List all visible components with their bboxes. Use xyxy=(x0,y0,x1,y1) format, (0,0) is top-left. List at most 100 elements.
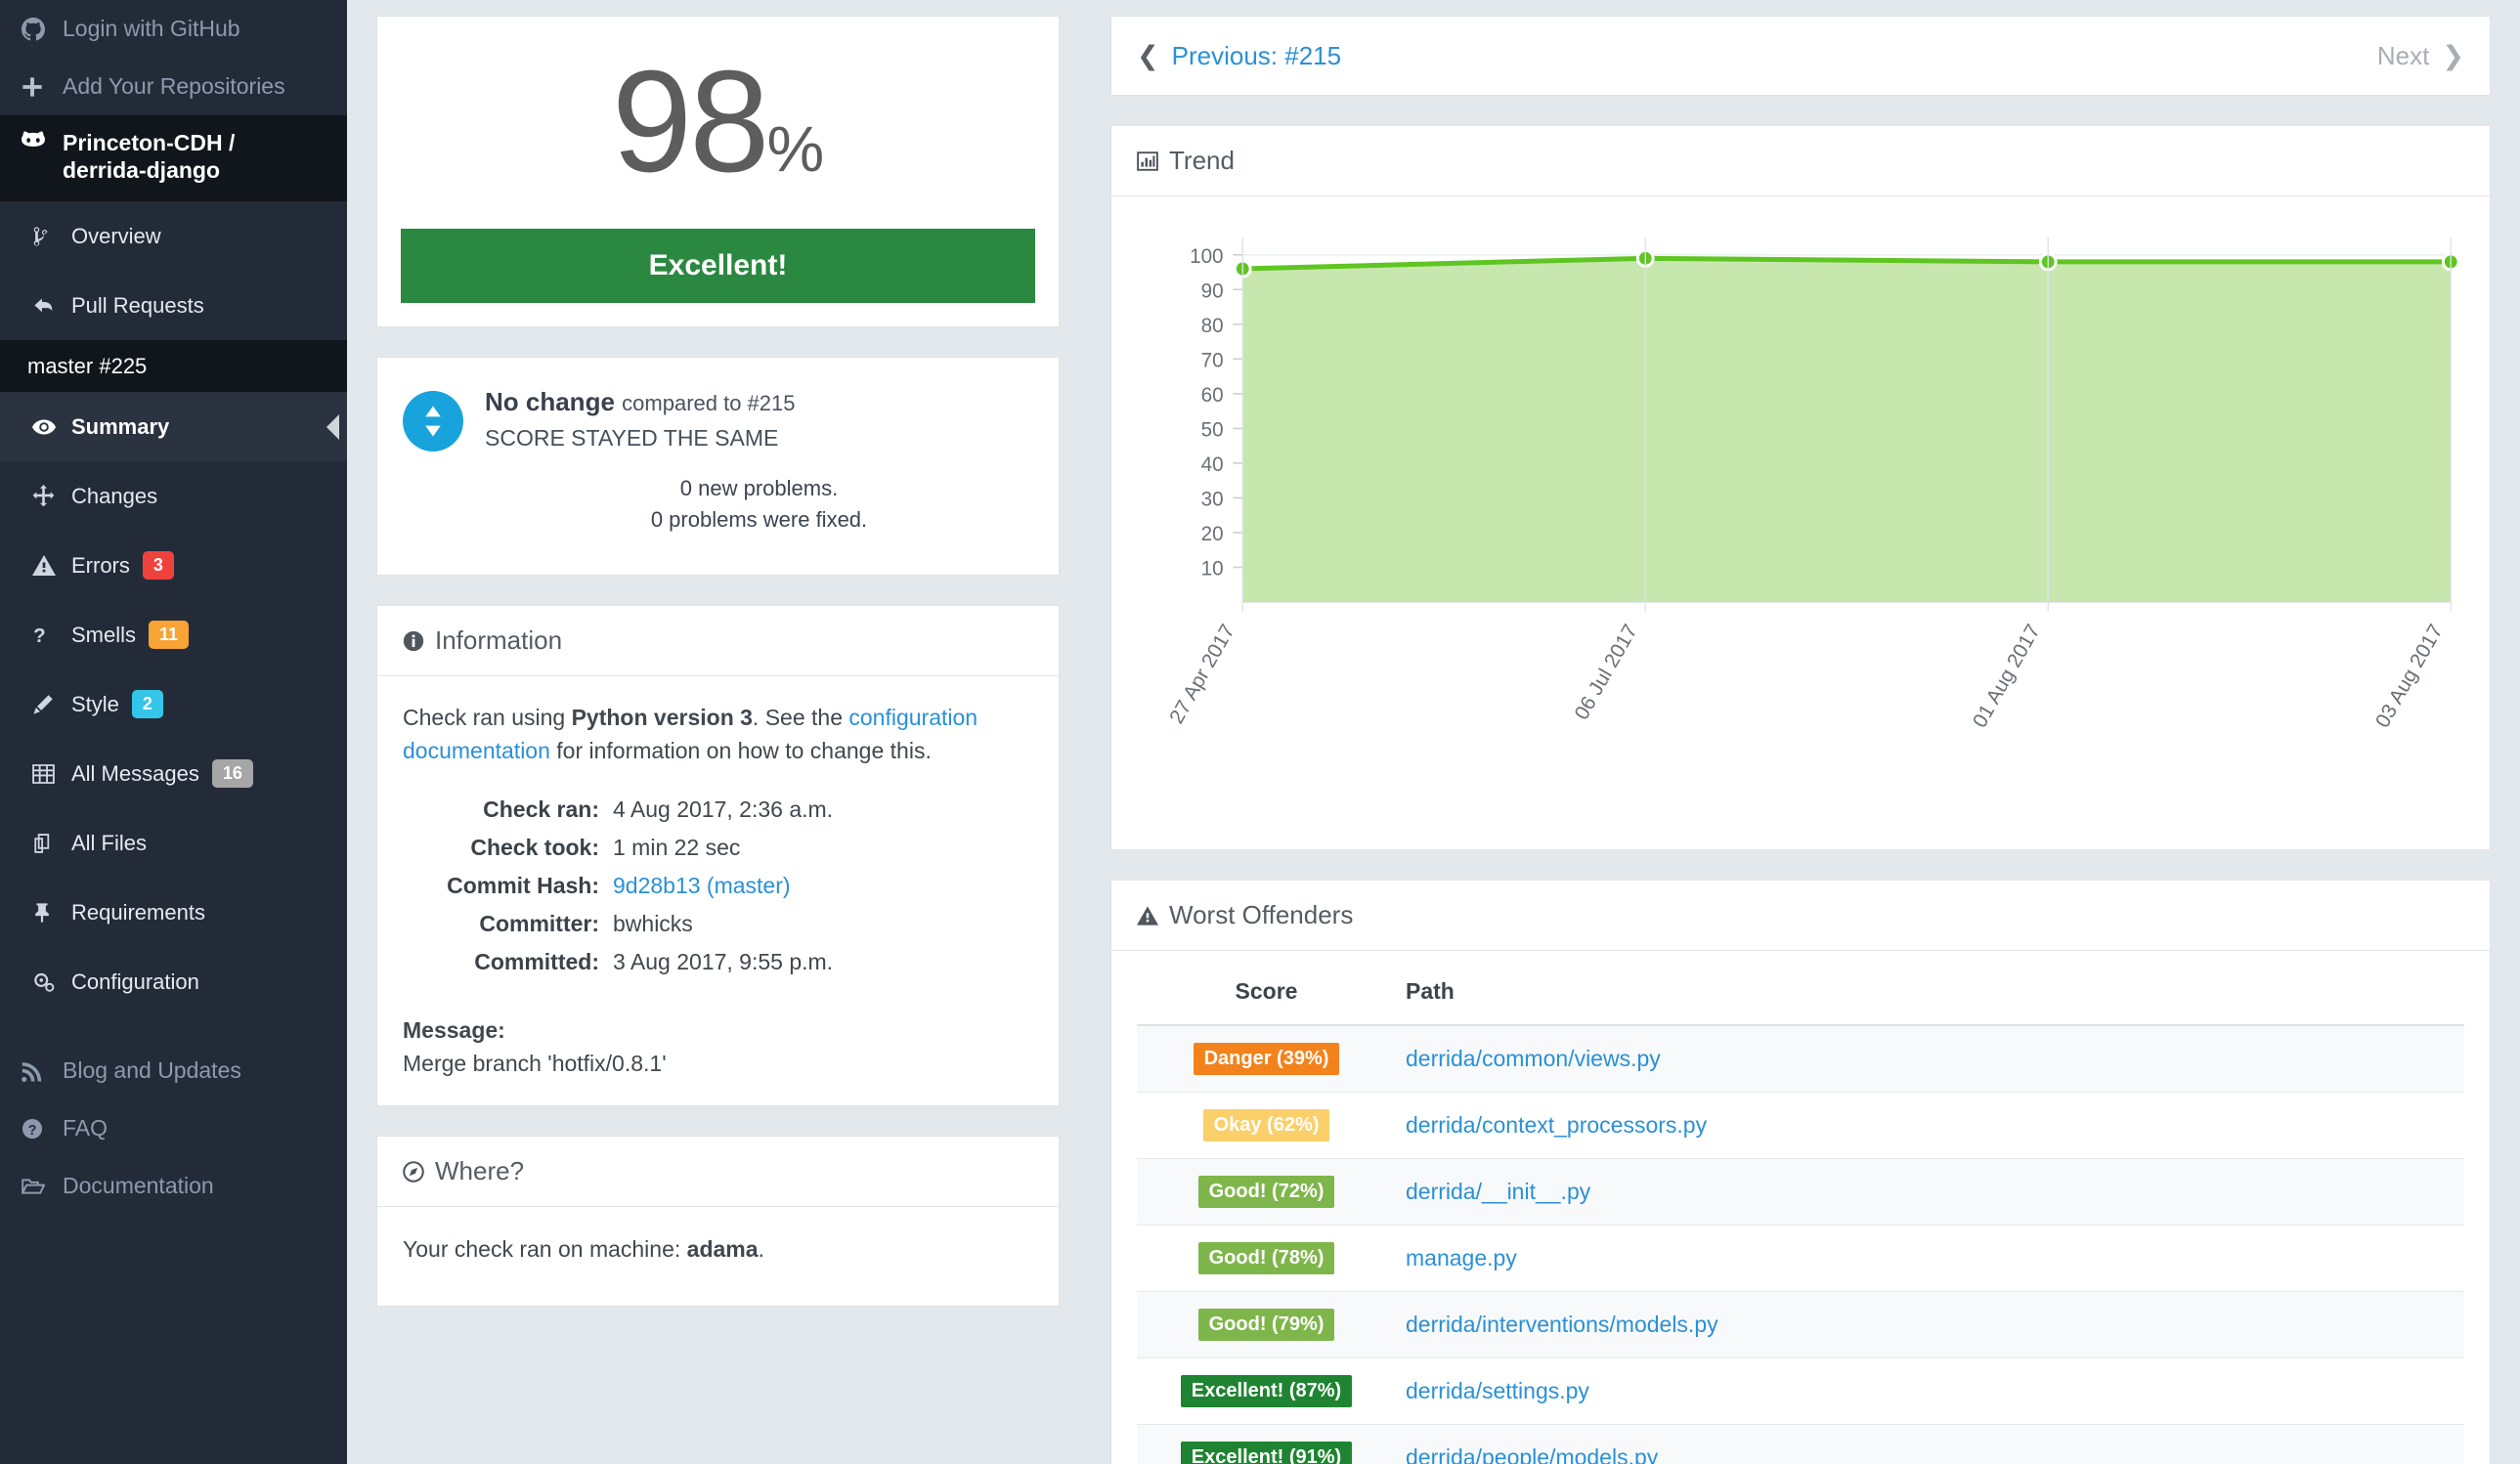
sidebar-item-style[interactable]: Style 2 xyxy=(0,669,347,739)
table-row: Excellent! (91%) derrida/people/models.py xyxy=(1137,1424,2464,1464)
sidebar-item-label: All Files xyxy=(71,830,148,855)
sidebar-item-overview[interactable]: Overview xyxy=(0,201,347,271)
sidebar-item-pull-requests[interactable]: Pull Requests xyxy=(0,271,347,340)
status-badge: Good! (72%) xyxy=(1197,1176,1335,1208)
worst-offenders-header: Worst Offenders xyxy=(1111,881,2490,951)
score-banner: Excellent! xyxy=(401,229,1035,304)
offender-path-link[interactable]: derrida/__init__.py xyxy=(1406,1179,1590,1204)
sidebar-item-documentation[interactable]: Documentation xyxy=(0,1157,347,1215)
build-pagination-bar: ❮ Previous: #215 Next ❯ xyxy=(1110,16,2491,96)
status-badge: Excellent! (91%) xyxy=(1180,1442,1353,1464)
offender-path-cell: derrida/interventions/models.py xyxy=(1396,1291,2464,1358)
collapse-sidebar-arrow-icon[interactable] xyxy=(326,413,339,440)
sidebar-item-repository[interactable]: Princeton-CDH / derrida-django xyxy=(0,115,347,201)
change-card: No change compared to #215 SCORE STAYED … xyxy=(376,357,1060,577)
sidebar-item-faq[interactable]: ? FAQ xyxy=(0,1099,347,1157)
sidebar-item-login-with-github[interactable]: Login with GitHub xyxy=(0,0,347,58)
change-subtitle: SCORE STAYED THE SAME xyxy=(485,425,779,452)
sidebar-item-label: FAQ xyxy=(63,1115,109,1141)
svg-text:?: ? xyxy=(33,624,46,646)
svg-text:03 Aug 2017: 03 Aug 2017 xyxy=(2371,621,2448,732)
column-header-score: Score xyxy=(1137,961,1396,1026)
info-value: 1 min 22 sec xyxy=(613,834,741,860)
offender-path-link[interactable]: derrida/common/views.py xyxy=(1406,1046,1661,1071)
change-fixed-problems: 0 problems were fixed. xyxy=(650,507,868,533)
worst-offenders-table: Score Path Danger (39%) derrida/common/vi… xyxy=(1137,961,2464,1464)
right-column: ❮ Previous: #215 Next ❯ Trend 10 20 30 4… xyxy=(1085,0,2520,1464)
trend-card: Trend 10 20 30 40 50 60 70 80 90 100 27 Apr 2017 0… xyxy=(1110,125,2491,850)
svg-text:100: 100 xyxy=(1190,245,1223,268)
files-icon xyxy=(32,833,71,854)
pull-request-icon xyxy=(32,295,71,317)
info-row-commit-hash: Commit Hash: 9d28b13 (master) xyxy=(403,867,1033,905)
sidebar-item-errors[interactable]: Errors 3 xyxy=(0,531,347,600)
info-key: Check took: xyxy=(470,834,599,860)
sidebar-item-add-repositories[interactable]: Add Your Repositories xyxy=(0,58,347,115)
sidebar-item-smells[interactable]: ? Smells 11 xyxy=(0,600,347,669)
status-badge: Good! (78%) xyxy=(1197,1242,1335,1274)
sidebar-item-label: Summary xyxy=(71,413,170,439)
change-card-body: No change compared to #215 SCORE STAYED … xyxy=(377,358,1059,575)
offender-path-link[interactable]: derrida/interventions/models.py xyxy=(1406,1312,1718,1337)
svg-text:50: 50 xyxy=(1201,418,1224,441)
github-icon xyxy=(22,17,63,41)
trend-card-header: Trend xyxy=(1111,126,2490,196)
sidebar-item-label: Pull Requests xyxy=(71,292,204,318)
sidebar-item-label: Login with GitHub xyxy=(63,16,240,41)
previous-build-label: Previous: #215 xyxy=(1171,40,1342,70)
table-row: Okay (62%) derrida/context_processors.py xyxy=(1137,1092,2464,1159)
info-circle-icon xyxy=(403,630,424,652)
change-new-problems: 0 new problems. xyxy=(679,476,839,501)
where-card-title: Where? xyxy=(435,1156,525,1186)
offender-path-cell: derrida/context_processors.py xyxy=(1396,1092,2464,1159)
worst-offenders-card: Worst Offenders Score Path Danger (39%) d… xyxy=(1110,880,2491,1464)
info-row-committer: Committer: bwhicks xyxy=(403,905,1033,943)
score-percent-sign: % xyxy=(766,112,825,185)
bar-chart-icon xyxy=(1137,151,1158,172)
pin-icon xyxy=(32,902,71,924)
where-card: Where? Your check ran on machine: adama. xyxy=(376,1136,1060,1308)
commit-hash-link[interactable]: 9d28b13 (master) xyxy=(613,873,791,898)
offender-path-cell: derrida/__init__.py xyxy=(1396,1158,2464,1226)
svg-text:40: 40 xyxy=(1201,453,1224,476)
offender-path-link[interactable]: derrida/context_processors.py xyxy=(1406,1112,1707,1138)
svg-text:70: 70 xyxy=(1201,349,1224,371)
table-row: Good! (78%) manage.py xyxy=(1137,1225,2464,1292)
sidebar-item-changes[interactable]: Changes xyxy=(0,461,347,531)
table-body: Danger (39%) derrida/common/views.py Okay … xyxy=(1137,1025,2464,1464)
branch-icon xyxy=(32,226,71,247)
offender-path-link[interactable]: manage.py xyxy=(1406,1245,1517,1270)
trend-chart-svg: 10 20 30 40 50 60 70 80 90 100 27 Apr 2017 06 Jul … xyxy=(1165,237,2460,732)
information-python-version: Python version 3 xyxy=(571,705,753,731)
info-value: 3 Aug 2017, 9:55 p.m. xyxy=(613,949,834,975)
sidebar-badge-errors: 3 xyxy=(142,551,174,580)
app-root: Login with GitHub Add Your Repositories … xyxy=(0,0,2520,1464)
status-badge: Okay (62%) xyxy=(1202,1109,1330,1141)
svg-text:90: 90 xyxy=(1201,280,1224,302)
change-counts: 0 new problems. 0 problems were fixed. xyxy=(485,473,1033,536)
sidebar-item-all-files[interactable]: All Files xyxy=(0,808,347,878)
previous-build-link[interactable]: ❮ Previous: #215 xyxy=(1137,41,1341,71)
sidebar-item-blog-and-updates[interactable]: Blog and Updates xyxy=(0,1042,347,1099)
offender-path-link[interactable]: derrida/people/models.py xyxy=(1406,1444,1658,1464)
svg-text:20: 20 xyxy=(1201,523,1224,545)
info-key: Commit Hash: xyxy=(447,873,599,899)
warning-icon xyxy=(1137,905,1158,926)
question-circle-icon: ? xyxy=(22,1118,63,1140)
chart-area-fill xyxy=(1242,258,2452,602)
svg-text:80: 80 xyxy=(1201,315,1224,337)
sidebar-item-configuration[interactable]: Configuration xyxy=(0,947,347,1016)
trend-chart[interactable]: 10 20 30 40 50 60 70 80 90 100 27 Apr 2017 06 Jul … xyxy=(1137,216,2464,841)
sidebar-build-label[interactable]: master #225 xyxy=(0,340,347,392)
folder-open-icon xyxy=(22,1177,63,1196)
next-build-link: Next ❯ xyxy=(2377,41,2464,71)
sidebar-item-all-messages[interactable]: All Messages 16 xyxy=(0,739,347,808)
where-text-pre: Your check ran on machine: xyxy=(403,1236,687,1263)
sidebar-item-requirements[interactable]: Requirements xyxy=(0,878,347,947)
sidebar-item-summary[interactable]: Summary xyxy=(0,392,347,461)
information-card: Information Check ran using Python versi… xyxy=(376,605,1060,1107)
warning-icon xyxy=(32,555,71,576)
score-value: 98 xyxy=(611,41,770,202)
sidebar: Login with GitHub Add Your Repositories … xyxy=(0,0,347,1464)
offender-path-link[interactable]: derrida/settings.py xyxy=(1406,1378,1589,1403)
